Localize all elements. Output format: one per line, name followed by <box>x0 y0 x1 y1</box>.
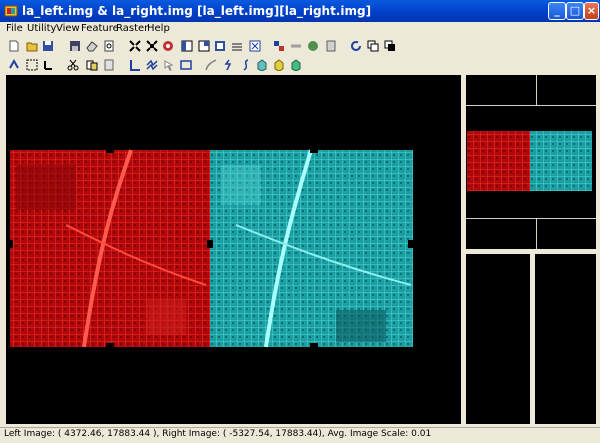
ruler-icon[interactable] <box>249 40 261 52</box>
link-icon[interactable] <box>162 40 174 52</box>
new-file-icon[interactable] <box>8 40 20 52</box>
cut-icon[interactable] <box>67 59 79 71</box>
select-rect-icon[interactable] <box>26 59 38 71</box>
reset-icon[interactable] <box>350 40 362 52</box>
close-button[interactable]: × <box>584 2 599 20</box>
snake-icon[interactable] <box>240 59 252 71</box>
single-view-icon[interactable] <box>181 40 193 52</box>
polyline-icon[interactable] <box>146 59 158 71</box>
overview-crosshair-bottom <box>536 218 537 249</box>
move-point-icon[interactable] <box>42 59 54 71</box>
cube-green-icon[interactable] <box>290 59 302 71</box>
link-points-icon[interactable] <box>86 59 98 71</box>
menu-bar: File Utility View Feature Raster Help <box>0 22 600 36</box>
menu-file[interactable]: File <box>6 22 23 36</box>
expand-icon[interactable] <box>129 40 141 52</box>
pointer-icon[interactable] <box>163 59 175 71</box>
save-as-icon[interactable] <box>69 40 81 52</box>
line-style-icon[interactable] <box>307 40 319 52</box>
unlink-points-icon[interactable] <box>103 59 115 71</box>
overview-crosshair-top <box>536 75 537 105</box>
overview-thumbnail <box>467 131 592 191</box>
dual-view-icon[interactable] <box>198 40 210 52</box>
overview-crosshair-h1 <box>466 105 596 106</box>
menu-view[interactable]: View <box>56 22 80 36</box>
left-zoom-pane[interactable] <box>466 254 530 424</box>
feature-toolbar <box>0 56 600 76</box>
copy-icon[interactable] <box>384 40 396 52</box>
menu-utility[interactable]: Utility <box>27 22 56 36</box>
overview-crosshair-h2 <box>466 218 596 219</box>
stereo-view-pane[interactable] <box>6 75 461 424</box>
cube-icon[interactable] <box>256 59 268 71</box>
refresh-icon[interactable] <box>367 40 379 52</box>
layers-icon[interactable] <box>231 40 243 52</box>
save-icon[interactable] <box>42 40 54 52</box>
fit-window-icon[interactable] <box>273 40 285 52</box>
stereo-image-canvas[interactable] <box>6 75 461 424</box>
overview-pane[interactable] <box>466 75 596 249</box>
pan-icon[interactable] <box>8 59 20 71</box>
title-bar[interactable]: la_left.img & la_right.img [la_left.img]… <box>0 0 600 22</box>
maximize-button[interactable]: □ <box>566 2 584 20</box>
right-image-cyan <box>210 149 413 348</box>
app-icon <box>4 5 18 17</box>
eraser-icon[interactable] <box>86 40 98 52</box>
colors-icon[interactable] <box>290 40 302 52</box>
overview-icon[interactable] <box>214 40 226 52</box>
collapse-icon[interactable] <box>146 40 158 52</box>
cube-stack-icon[interactable] <box>273 59 285 71</box>
print-preview-icon[interactable] <box>103 40 115 52</box>
menu-feature[interactable]: Feature <box>81 22 119 36</box>
status-text: Left Image: ( 4372.46, 17883.44 ), Right… <box>4 429 432 439</box>
zigzag-icon[interactable] <box>222 59 234 71</box>
menu-help[interactable]: Help <box>147 22 170 36</box>
curve-icon[interactable] <box>205 59 217 71</box>
measure-icon[interactable] <box>129 59 141 71</box>
left-image-red <box>10 149 210 348</box>
menu-raster[interactable]: Raster <box>116 22 148 36</box>
main-toolbar <box>0 37 600 57</box>
globe-icon[interactable] <box>325 40 337 52</box>
window-title: la_left.img & la_right.img [la_left.img]… <box>22 4 372 18</box>
box-icon[interactable] <box>180 59 192 71</box>
open-folder-icon[interactable] <box>26 40 38 52</box>
status-bar: Left Image: ( 4372.46, 17883.44 ), Right… <box>0 427 600 443</box>
main-window: la_left.img & la_right.img [la_left.img]… <box>0 0 600 443</box>
minimize-button[interactable]: _ <box>548 2 566 20</box>
right-zoom-pane[interactable] <box>535 254 596 424</box>
